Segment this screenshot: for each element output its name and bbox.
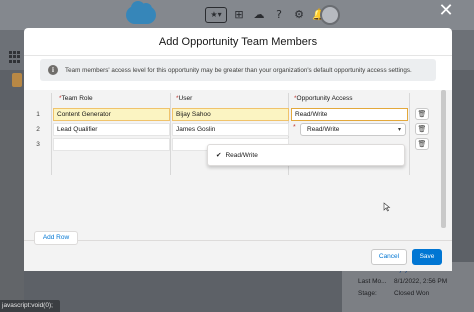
header-utility-icons: ★▾ ⊞ ☁ ? ⚙ 🔔 [205, 7, 327, 23]
team-role-input[interactable]: Content Generator [53, 108, 170, 121]
page-background [0, 110, 24, 300]
table-header: *Team Role *User *Opportunity Access [29, 93, 443, 105]
save-button[interactable]: Save [412, 249, 442, 265]
info-icon: i [48, 65, 58, 75]
trailhead-icon[interactable]: ☁ [251, 7, 267, 23]
detail-label: Stage: [358, 290, 377, 297]
close-icon[interactable]: ✕ [437, 2, 455, 20]
info-banner: i Team members' access level for this op… [40, 59, 436, 81]
select-value: Read/Write [307, 126, 340, 133]
trash-icon[interactable]: 🗑 [415, 138, 429, 150]
avatar[interactable] [320, 5, 340, 25]
mouse-cursor-icon [383, 202, 391, 212]
team-role-input[interactable]: Lead Qualifier [53, 123, 170, 136]
column-header-team-role: *Team Role [59, 95, 93, 102]
modal-title: Add Opportunity Team Members [24, 28, 452, 56]
add-row-button[interactable]: Add Row [34, 231, 78, 245]
salesforce-logo [126, 1, 156, 24]
opportunity-access-cell[interactable]: Read/Write [291, 108, 408, 121]
table-row: 1 Content Generator Bijay Sahoo Read/Wri… [29, 107, 443, 122]
row-number: 2 [36, 126, 40, 133]
option-label: Read/Write [225, 152, 258, 159]
row-number: 1 [36, 111, 40, 118]
access-dropdown-list: ✔ Read/Write [207, 144, 405, 166]
opportunity-access-select[interactable]: Read/Write ▾ [300, 123, 406, 136]
detail-row: Last Mo... 8/1/2022, 2:56 PM [358, 278, 447, 285]
detail-value: 8/1/2022, 2:56 PM [394, 278, 448, 285]
record-icon [12, 73, 22, 87]
table-row: 2 Lead Qualifier James Goslin * Read/Wri… [29, 122, 443, 137]
trash-icon[interactable]: 🗑 [415, 123, 429, 135]
info-text: Team members' access level for this oppo… [65, 66, 412, 74]
detail-label: Last Mo... [358, 278, 387, 285]
user-lookup-input[interactable]: James Goslin [172, 123, 289, 136]
modal-scrollbar[interactable] [441, 90, 446, 228]
required-indicator: * [293, 124, 296, 131]
dropdown-option-read-write[interactable]: ✔ Read/Write [208, 149, 404, 162]
add-icon[interactable]: ⊞ [231, 7, 247, 23]
favorites-icon[interactable]: ★▾ [205, 7, 227, 23]
column-header-opportunity-access: *Opportunity Access [294, 95, 353, 102]
help-icon[interactable]: ? [271, 7, 287, 23]
chevron-down-icon: ▾ [397, 126, 401, 133]
column-header-user: *User [176, 95, 193, 102]
user-lookup-input[interactable]: Bijay Sahoo [172, 108, 289, 121]
detail-row: Stage: Closed Won [358, 290, 429, 297]
status-bar: javascript:void(0); [0, 300, 60, 312]
gear-icon[interactable]: ⚙ [291, 7, 307, 23]
trash-icon[interactable]: 🗑 [415, 108, 429, 120]
check-icon: ✔ [216, 151, 222, 159]
cancel-button[interactable]: Cancel [371, 249, 407, 265]
app-launcher-icon[interactable] [9, 51, 21, 63]
row-number: 3 [36, 141, 40, 148]
detail-value: Closed Won [394, 290, 430, 297]
team-role-input[interactable] [53, 138, 170, 151]
